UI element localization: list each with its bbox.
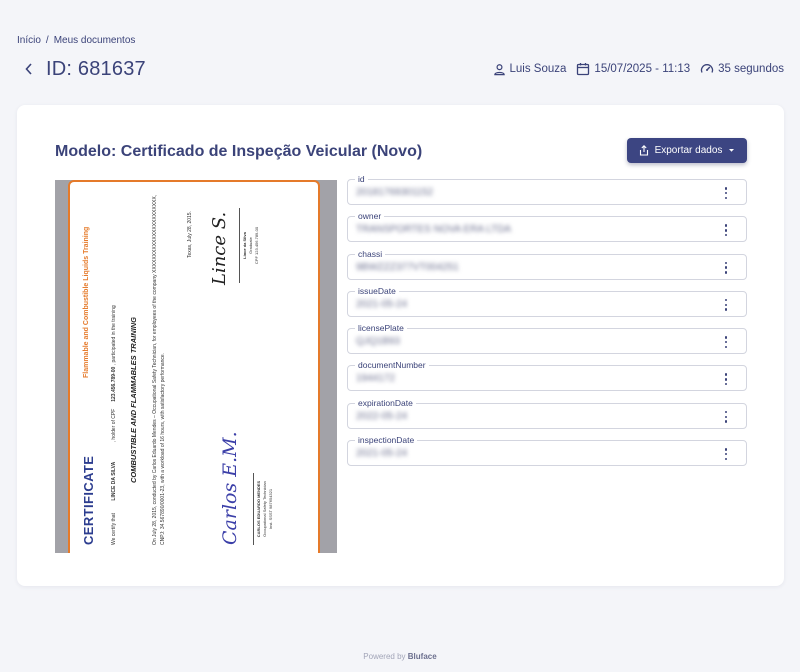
chevron-left-icon bbox=[25, 63, 32, 75]
more-vert-icon[interactable] bbox=[722, 187, 730, 199]
page-header: ID: 681637 Luis Souza 15/07/2025 - 11:13… bbox=[22, 56, 784, 82]
cpf-prefix: , holder of CPF bbox=[111, 408, 117, 442]
certificate-place-date: Texas, July 28, 2015. bbox=[187, 210, 193, 258]
field-label: owner bbox=[355, 211, 385, 222]
field-label: licensePlate bbox=[355, 323, 407, 334]
field-value: 2021-05-24 bbox=[356, 298, 408, 310]
signature-left: Carlos E.M. bbox=[219, 430, 241, 545]
header-meta: Luis Souza 15/07/2025 - 11:13 35 segundo… bbox=[493, 62, 784, 76]
signature-left-line bbox=[253, 472, 254, 545]
participated-text: , participated in the training bbox=[111, 304, 117, 365]
meta-datetime-value: 15/07/2025 - 11:13 bbox=[594, 63, 691, 75]
field-issue-date[interactable]: issueDate 2021-05-24 bbox=[347, 285, 747, 317]
extracted-fields: id 20181769301152 owner TRANSPORTES NOVA… bbox=[347, 174, 747, 477]
more-vert-icon[interactable] bbox=[722, 224, 730, 237]
certificate-title: CERTIFICATE bbox=[81, 455, 96, 545]
signature-right-line bbox=[239, 207, 240, 283]
model-title: Modelo: Certificado de Inspeção Veicular… bbox=[55, 143, 423, 160]
breadcrumb-current-link[interactable]: Meus documentos bbox=[54, 35, 136, 46]
meta-duration: 35 segundos bbox=[700, 62, 784, 76]
caret-down-icon bbox=[729, 149, 735, 152]
meta-user-name: Luis Souza bbox=[509, 63, 567, 75]
sig-left-reg: Inst. SSST 987654321 bbox=[268, 488, 273, 529]
certificate-image: CERTIFICATE Flammable and Combustible Li… bbox=[68, 180, 320, 553]
certificate-body: On July 28, 2015, conducted by Carlos Ed… bbox=[152, 194, 166, 545]
more-vert-icon[interactable] bbox=[722, 373, 730, 386]
field-label: id bbox=[355, 174, 368, 184]
footer-prefix: Powered by bbox=[363, 652, 406, 661]
field-value: 2022-05-24 bbox=[356, 410, 408, 422]
document-preview[interactable]: CERTIFICATE Flammable and Combustible Li… bbox=[55, 180, 337, 553]
footer-brand[interactable]: Bluface bbox=[408, 652, 437, 661]
sig-right-name: Lince da Silva bbox=[242, 231, 247, 259]
footer: Powered by Bluface bbox=[0, 652, 800, 661]
certificate-content: CERTIFICATE Flammable and Combustible Li… bbox=[70, 183, 318, 553]
calendar-icon bbox=[577, 63, 590, 76]
field-label: issueDate bbox=[355, 285, 399, 296]
certificate-subtitle: Flammable and Combustible Liquids Traini… bbox=[83, 226, 90, 378]
field-value: 20181769301152 bbox=[356, 187, 434, 198]
more-vert-icon[interactable] bbox=[722, 448, 730, 461]
sig-right-role: Graduate bbox=[248, 236, 253, 254]
breadcrumb-home-link[interactable]: Início bbox=[17, 35, 41, 46]
sig-left-role: Occupational Safety Technician bbox=[262, 480, 267, 537]
meta-duration-value: 35 segundos bbox=[718, 63, 784, 75]
export-data-label: Exportar dados bbox=[654, 145, 723, 156]
breadcrumb-separator: / bbox=[45, 35, 49, 46]
sig-left-name: CARLOS EDUARDO MENDES bbox=[256, 480, 261, 537]
field-label: documentNumber bbox=[355, 360, 429, 371]
signature-right-caption: Lince da Silva Graduate CPF 123.456.789-… bbox=[242, 208, 260, 283]
export-data-button[interactable]: Exportar dados bbox=[627, 138, 747, 163]
share-icon bbox=[639, 145, 648, 156]
meta-user: Luis Souza bbox=[493, 63, 567, 76]
meta-datetime: 15/07/2025 - 11:13 bbox=[576, 62, 690, 76]
field-value: 9BWZZZ377VT004251 bbox=[356, 261, 459, 273]
field-chassi[interactable]: chassi 9BWZZZ377VT004251 bbox=[347, 248, 747, 280]
page-title: ID: 681637 bbox=[46, 57, 146, 80]
sig-right-cpf: CPF 123.456.789-00 bbox=[254, 226, 259, 264]
field-document-number[interactable]: documentNumber 1944172 bbox=[347, 360, 747, 392]
field-id[interactable]: id 20181769301152 bbox=[347, 174, 747, 205]
field-label: inspectionDate bbox=[355, 435, 418, 446]
signature-left-caption: CARLOS EDUARDO MENDES Occupational Safet… bbox=[256, 473, 274, 545]
more-vert-icon[interactable] bbox=[722, 410, 730, 423]
field-label: expirationDate bbox=[355, 397, 416, 408]
field-owner[interactable]: owner TRANSPORTES NOVA ERA LTDA bbox=[347, 211, 747, 243]
speedometer-icon bbox=[701, 64, 714, 73]
certificate-training: COMBUSTIBLE AND FLAMMABLES TRAINING bbox=[129, 316, 138, 483]
certificate-holder: LINCE DA SILVA bbox=[111, 461, 117, 501]
certificate-cpf: 123.456.789-00 bbox=[111, 366, 117, 402]
field-expiration-date[interactable]: expirationDate 2022-05-24 bbox=[347, 397, 747, 429]
more-vert-icon[interactable] bbox=[722, 298, 730, 311]
field-value: QJQ1B93 bbox=[356, 336, 400, 348]
certificate-holder-line: We certify that LINCE DA SILVA , holder … bbox=[111, 305, 117, 545]
header-left: ID: 681637 bbox=[22, 58, 146, 81]
field-value: 2021-05-24 bbox=[356, 448, 408, 460]
user-icon bbox=[493, 63, 505, 75]
field-label: chassi bbox=[355, 248, 386, 259]
breadcrumb: Início / Meus documentos bbox=[17, 35, 135, 46]
field-value: TRANSPORTES NOVA ERA LTDA bbox=[356, 224, 512, 236]
back-button[interactable] bbox=[22, 59, 36, 79]
signature-right: Lince S. bbox=[209, 211, 230, 285]
certify-prefix: We certify that bbox=[111, 512, 117, 545]
more-vert-icon[interactable] bbox=[722, 261, 730, 274]
document-card: Modelo: Certificado de Inspeção Veicular… bbox=[17, 105, 784, 586]
field-value: 1944172 bbox=[356, 373, 395, 385]
more-vert-icon[interactable] bbox=[722, 336, 730, 349]
field-license-plate[interactable]: licensePlate QJQ1B93 bbox=[347, 323, 747, 355]
field-inspection-date[interactable]: inspectionDate 2021-05-24 bbox=[347, 435, 747, 467]
